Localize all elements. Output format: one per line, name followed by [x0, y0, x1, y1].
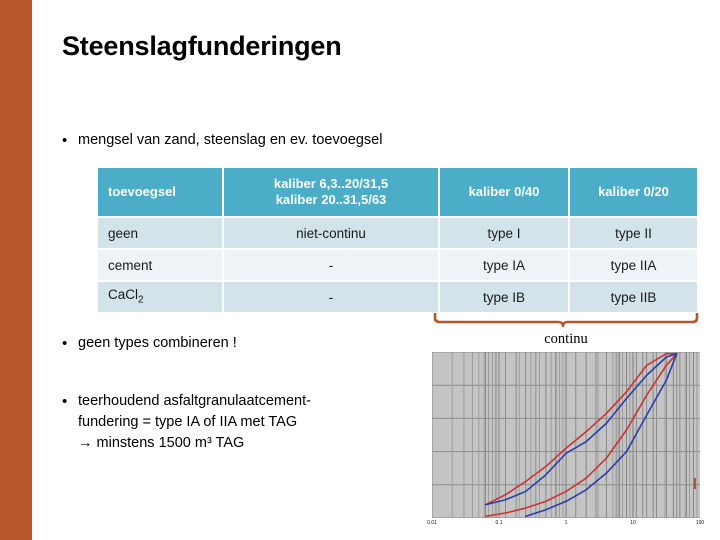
slide: Steenslagfunderingen • mengsel van zand,…	[0, 0, 720, 540]
table-header-kaliber-grof: kaliber 6,3..20/31,5 kaliber 20..31,5/63	[224, 168, 438, 216]
slide-accent-band-gap	[32, 0, 37, 540]
bullet-item-3: • teerhoudend asfaltgranulaatcement- fun…	[62, 391, 442, 454]
chart-plot-area	[432, 352, 700, 518]
bullet-text-2: geen types combineren !	[78, 335, 237, 351]
bullet-text-3-line2: fundering = type IA of IIA met TAG	[78, 414, 298, 430]
types-table: toevoegsel kaliber 6,3..20/31,5 kaliber …	[96, 166, 699, 314]
cell-toevoegsel: cement	[98, 250, 222, 280]
bullet-text-3: teerhoudend asfaltgranulaatcement- funde…	[78, 391, 442, 454]
chart-xtick-label: 100	[695, 520, 705, 526]
continu-label: continu	[544, 331, 588, 347]
cell-kaliber-0-20: type IIA	[570, 250, 697, 280]
bullet-marker-icon: •	[62, 393, 68, 410]
cell-kaliber-0-40: type IB	[440, 282, 568, 312]
table-row: CaCl2 - type IB type IIB	[98, 282, 697, 312]
bullet-text-3-line1: teerhoudend asfaltgranulaatcement-	[78, 393, 311, 409]
cell-kaliber-grof: -	[224, 250, 438, 280]
cell-toevoegsel: geen	[98, 218, 222, 248]
table-row: geen niet-continu type I type II	[98, 218, 697, 248]
cell-toevoegsel-text: CaCl	[108, 286, 139, 302]
chart-xtick-label: 0.01	[427, 520, 437, 526]
bullet-item-1: • mengsel van zand, steenslag en ev. toe…	[62, 130, 662, 151]
chart-edge-marker-icon	[694, 478, 696, 489]
cell-kaliber-grof: -	[224, 282, 438, 312]
table-row: cement - type IA type IIA	[98, 250, 697, 280]
table-header-kaliber-0-20: kaliber 0/20	[570, 168, 697, 216]
bullet-marker-icon: •	[62, 335, 68, 352]
cell-toevoegsel-subscript: 2	[138, 294, 144, 306]
bullet-item-2: • geen types combineren !	[62, 333, 422, 354]
bullet-marker-icon: •	[62, 132, 68, 149]
cell-kaliber-0-20: type II	[570, 218, 697, 248]
continu-brace-icon	[433, 313, 699, 327]
bullet-text-1: mengsel van zand, steenslag en ev. toevo…	[78, 132, 383, 148]
chart-xtick-label: 0.1	[495, 520, 503, 526]
bullet-text-3-line3: → minstens 1500 m³ TAG	[78, 435, 245, 451]
cell-kaliber-0-20: type IIB	[570, 282, 697, 312]
slide-accent-band	[0, 0, 32, 540]
table-header-kaliber-grof-line1: kaliber 6,3..20/31,5	[273, 176, 389, 191]
table-header-kaliber-0-40: kaliber 0/40	[440, 168, 568, 216]
table-header-toevoegsel: toevoegsel	[98, 168, 222, 216]
cell-kaliber-0-40: type IA	[440, 250, 568, 280]
cell-kaliber-grof: niet-continu	[224, 218, 438, 248]
chart-svg	[432, 352, 700, 518]
cell-toevoegsel: CaCl2	[98, 282, 222, 312]
chart-xtick-label: 10	[630, 520, 636, 526]
chart-x-axis: 0.01 0.1 1 10 100	[427, 520, 704, 534]
table-header-row: toevoegsel kaliber 6,3..20/31,5 kaliber …	[98, 168, 697, 216]
cell-kaliber-0-40: type I	[440, 218, 568, 248]
chart-xtick-label: 1	[564, 520, 568, 526]
grading-curve-chart: 0.01 0.1 1 10 100	[427, 352, 704, 536]
page-title: Steenslagfunderingen	[62, 31, 342, 61]
table-header-kaliber-grof-line2: kaliber 20..31,5/63	[275, 192, 387, 207]
